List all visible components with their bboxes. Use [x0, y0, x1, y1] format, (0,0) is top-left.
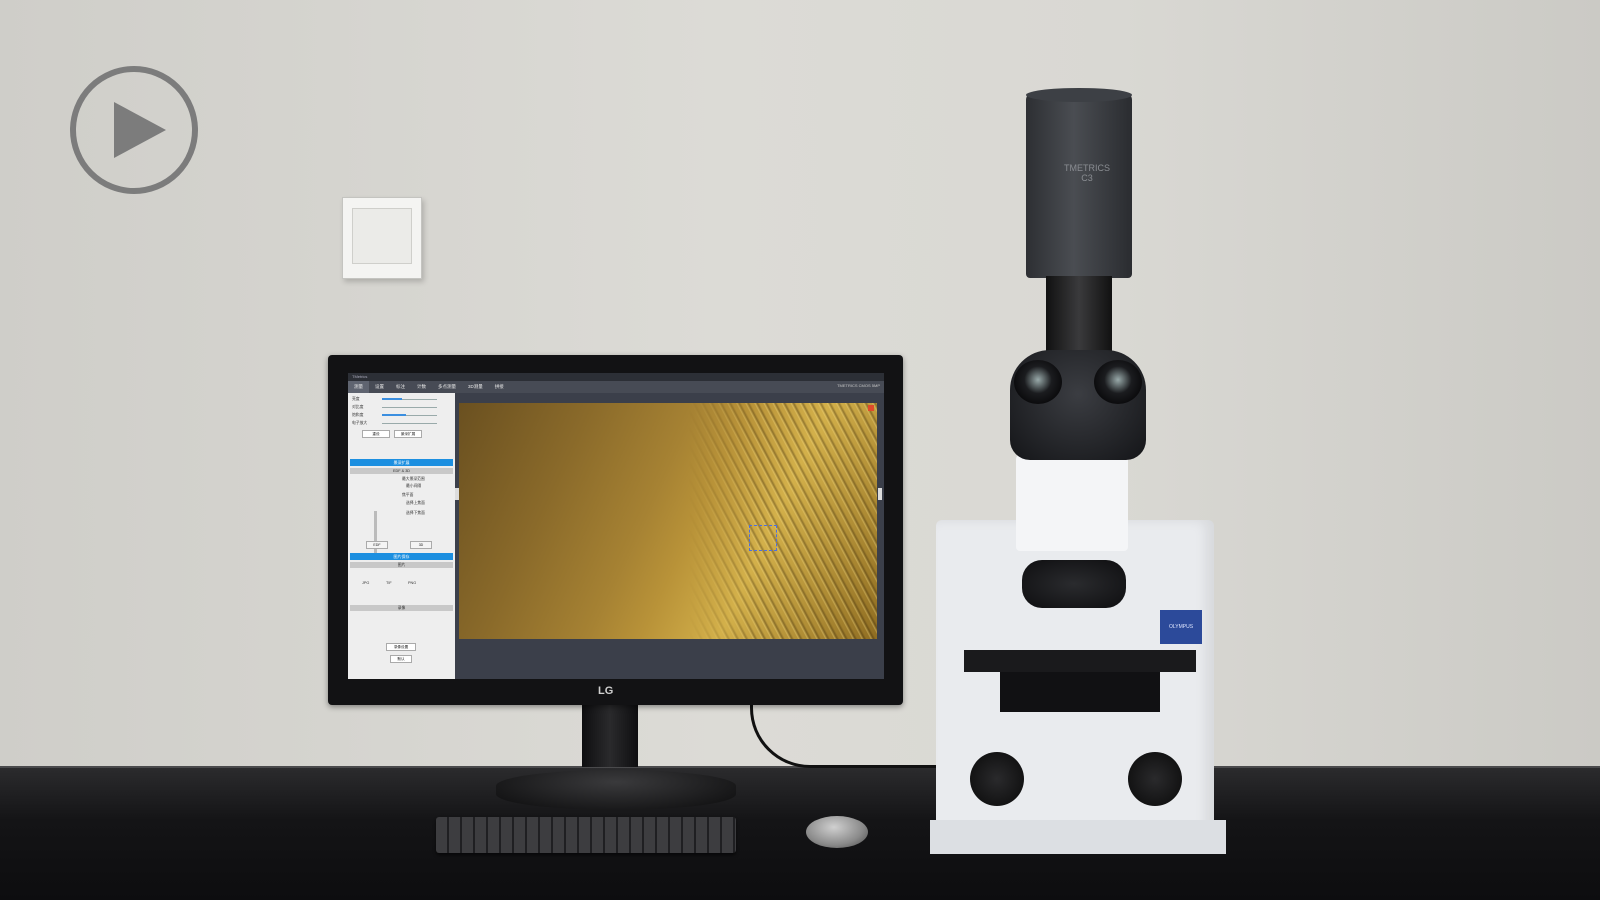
- edf-focal-plane: 焦平面: [402, 493, 414, 497]
- stage-carrier: [1000, 672, 1160, 712]
- 3d-button[interactable]: 3D: [410, 541, 432, 549]
- toolbar-stitch[interactable]: 拼接: [489, 381, 510, 393]
- toolbar-annotate[interactable]: 标注: [390, 381, 411, 393]
- live-image-viewer[interactable]: [459, 403, 877, 639]
- edf-quick-button[interactable]: 景深扩展: [394, 430, 422, 438]
- microscope-brand-badge: OLYMPUS: [1160, 610, 1202, 644]
- brightness-label: 亮度: [352, 397, 360, 401]
- microscope-base: [930, 820, 1226, 854]
- subsection-edf-3d: EDF & 3D: [350, 468, 453, 474]
- edf-max-range: 最大景深范围: [402, 477, 425, 481]
- toolbar-settings[interactable]: 设置: [369, 381, 390, 393]
- keyboard: [436, 817, 736, 853]
- microscope-illuminator: [1016, 455, 1128, 551]
- toolbar-3d[interactable]: 3D测量: [462, 381, 489, 393]
- specimen-texture: [459, 403, 877, 639]
- app-titlebar: TMetrics: [348, 373, 884, 381]
- microscope-camera: [1026, 92, 1132, 278]
- toolbar-count[interactable]: 计数: [411, 381, 432, 393]
- record-indicator: [868, 405, 874, 411]
- camera-status: TMETRICS CMOS 5MP: [837, 383, 880, 388]
- monitor-screen: TMetrics 测量 设置 标注 计数 多点测量 3D测量 拼接 TMETRI…: [348, 373, 884, 679]
- subsection-image: 图片: [350, 562, 453, 568]
- right-eyepiece: [1094, 360, 1142, 404]
- saturation-slider[interactable]: [382, 414, 437, 416]
- play-button[interactable]: [70, 66, 198, 194]
- brightness-slider[interactable]: [382, 398, 437, 400]
- app-toolbar: 测量 设置 标注 计数 多点测量 3D测量 拼接: [348, 381, 884, 393]
- control-panel: 亮度 对比度 饱和度 电子放大 重设 景深扩展 景深扩展 EDF & 3D 最大…: [348, 393, 455, 679]
- camera-label-line2: C3: [1081, 173, 1093, 183]
- objective-nosepiece: [1022, 560, 1126, 608]
- viewer-right-tab[interactable]: [878, 488, 882, 500]
- mouse: [806, 816, 868, 848]
- contrast-label: 对比度: [352, 405, 364, 409]
- camera-label: TMETRICS C3: [1064, 163, 1110, 183]
- monitor-brand-logo: LG: [598, 685, 614, 697]
- wall-switch: [342, 197, 422, 279]
- camera-top: [1026, 88, 1132, 102]
- format-png[interactable]: PNG: [408, 581, 416, 585]
- app-title: TMetrics: [352, 374, 368, 379]
- monitor: TMetrics 测量 设置 标注 计数 多点测量 3D测量 拼接 TMETRI…: [328, 355, 903, 705]
- subsection-video: 录像: [350, 605, 453, 611]
- contrast-slider[interactable]: [382, 407, 437, 408]
- zoom-slider[interactable]: [382, 423, 437, 424]
- monitor-stand-base: [496, 770, 736, 810]
- format-tif[interactable]: TIF: [386, 581, 392, 585]
- right-focus-knob: [1128, 752, 1182, 806]
- roi-box[interactable]: [749, 525, 777, 551]
- saturation-label: 饱和度: [352, 413, 364, 417]
- edf-button[interactable]: EDF: [366, 541, 388, 549]
- default-button[interactable]: 默认: [390, 655, 412, 663]
- reset-button[interactable]: 重设: [362, 430, 390, 438]
- play-icon: [114, 102, 166, 158]
- edf-lower-focus[interactable]: 选择下焦面: [406, 511, 425, 516]
- left-focus-knob: [970, 752, 1024, 806]
- toolbar-multipoint[interactable]: 多点测量: [432, 381, 462, 393]
- switch-key: [352, 208, 412, 264]
- desk: [0, 768, 1600, 900]
- monitor-cable: [750, 705, 963, 768]
- camera-label-line1: TMETRICS: [1064, 163, 1110, 173]
- section-save[interactable]: 图片保存: [350, 553, 453, 560]
- monitor-stand-neck: [582, 705, 638, 767]
- toolbar-measure[interactable]: 测量: [348, 381, 369, 393]
- section-edf[interactable]: 景深扩展: [350, 459, 453, 466]
- edf-upper-focus[interactable]: 选择上焦面: [406, 501, 425, 506]
- left-eyepiece: [1014, 360, 1062, 404]
- format-jpg[interactable]: JPG: [362, 581, 369, 585]
- camera-adapter-tube: [1046, 276, 1112, 356]
- microscope-stage: [964, 650, 1196, 672]
- edf-min-interval: 最小间隔: [406, 484, 422, 488]
- video-settings-button[interactable]: 录像设置: [386, 643, 416, 651]
- zoom-label: 电子放大: [352, 421, 368, 425]
